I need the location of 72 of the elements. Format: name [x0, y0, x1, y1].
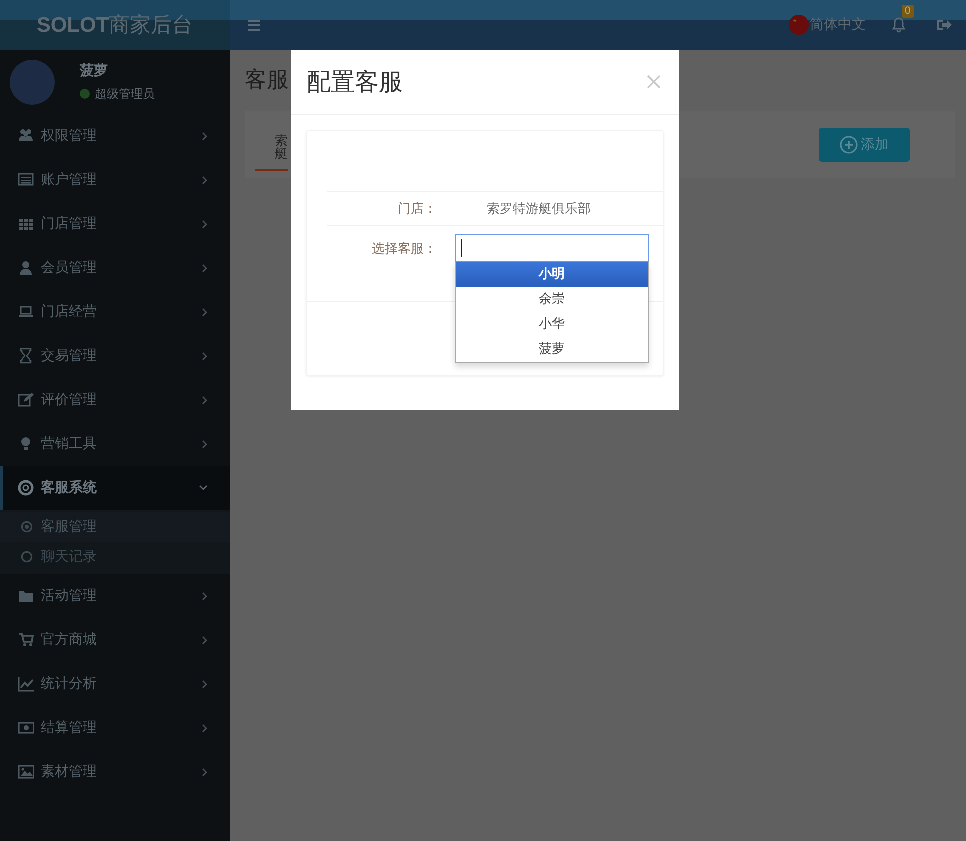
avatar: [10, 60, 55, 104]
dropdown-option[interactable]: 小明: [456, 262, 648, 287]
image-icon: [18, 764, 34, 780]
sidebar-item[interactable]: 素材管理: [0, 750, 230, 794]
logo-text: SOLOT商家后台: [36, 12, 194, 39]
field-label: 选择客服：: [371, 241, 438, 258]
chevron-down-icon: [199, 485, 208, 491]
dialog-title: 配置客服: [307, 67, 404, 98]
logout-icon: [936, 18, 952, 32]
flag-icon: [789, 15, 809, 35]
chevron-right-icon: [202, 636, 208, 644]
sidebar-item[interactable]: 官方商城: [0, 618, 230, 662]
status-dot-icon: [80, 89, 90, 99]
lifebuoy-icon: [18, 480, 34, 496]
field-value: 索罗特游艇俱乐部: [486, 200, 591, 218]
sidebar-item[interactable]: 统计分析: [0, 662, 230, 706]
money-icon: [18, 720, 34, 736]
notifications-button[interactable]: 0: [888, 5, 914, 37]
chevron-right-icon: [202, 220, 208, 228]
users-icon: [18, 128, 34, 144]
dot-circle-icon: [21, 521, 33, 533]
line-chart-icon: [18, 676, 34, 692]
sidebar-item[interactable]: 账户管理: [0, 158, 230, 202]
user-role: 超级管理员: [95, 86, 155, 102]
sidebar-item[interactable]: 交易管理: [0, 334, 230, 378]
dropdown-option[interactable]: 小华: [456, 312, 648, 337]
search-field[interactable]: [455, 234, 649, 262]
field-label: 门店：: [397, 200, 438, 218]
store-tab[interactable]: 索艇: [255, 127, 288, 171]
chevron-right-icon: [202, 768, 208, 776]
close-icon: [647, 75, 661, 89]
list-icon: [18, 172, 34, 188]
bell-icon: [892, 17, 906, 33]
circle-icon: [21, 551, 33, 563]
chevron-right-icon: [202, 264, 208, 272]
sidebar-item[interactable]: 门店经营: [0, 290, 230, 334]
chevron-right-icon: [202, 396, 208, 404]
chevron-right-icon: [202, 308, 208, 316]
sidebar-item[interactable]: 评价管理: [0, 378, 230, 422]
sidebar-item[interactable]: 门店管理: [0, 202, 230, 246]
folder-icon: [18, 588, 34, 604]
language-selector[interactable]: 简体中文: [789, 15, 866, 35]
menu-icon: [248, 20, 260, 30]
dropdown-option[interactable]: 余崇: [456, 287, 648, 312]
sidebar-item[interactable]: 结算管理: [0, 706, 230, 750]
chevron-right-icon: [202, 440, 208, 448]
laptop-icon: [18, 304, 34, 320]
chevron-right-icon: [202, 352, 208, 360]
chevron-right-icon: [202, 592, 208, 600]
chevron-right-icon: [202, 724, 208, 732]
user-icon: [18, 260, 34, 276]
submenu-item[interactable]: 客服管理: [0, 512, 230, 542]
chevron-right-icon: [202, 132, 208, 140]
sidebar-item[interactable]: 客服系统: [0, 466, 230, 510]
hourglass-icon: [18, 348, 34, 364]
cart-icon: [18, 632, 34, 648]
close-button[interactable]: [645, 73, 663, 91]
text-cursor-icon: [461, 239, 462, 257]
add-button[interactable]: 添加: [819, 128, 910, 162]
edit-icon: [18, 392, 34, 408]
grid-icon: [18, 216, 34, 232]
dropdown-option[interactable]: 菠萝: [456, 337, 648, 362]
chevron-right-icon: [202, 176, 208, 184]
user-name: 菠萝: [80, 62, 109, 80]
plus-circle-icon: [840, 136, 858, 154]
chevron-right-icon: [202, 680, 208, 688]
sidebar-item[interactable]: 会员管理: [0, 246, 230, 290]
sidebar-item[interactable]: 权限管理: [0, 114, 230, 158]
sidebar-item[interactable]: 营销工具: [0, 422, 230, 466]
notification-count: 0: [902, 5, 914, 18]
sidebar-item[interactable]: 活动管理: [0, 574, 230, 618]
page-title: 客服: [245, 67, 289, 95]
